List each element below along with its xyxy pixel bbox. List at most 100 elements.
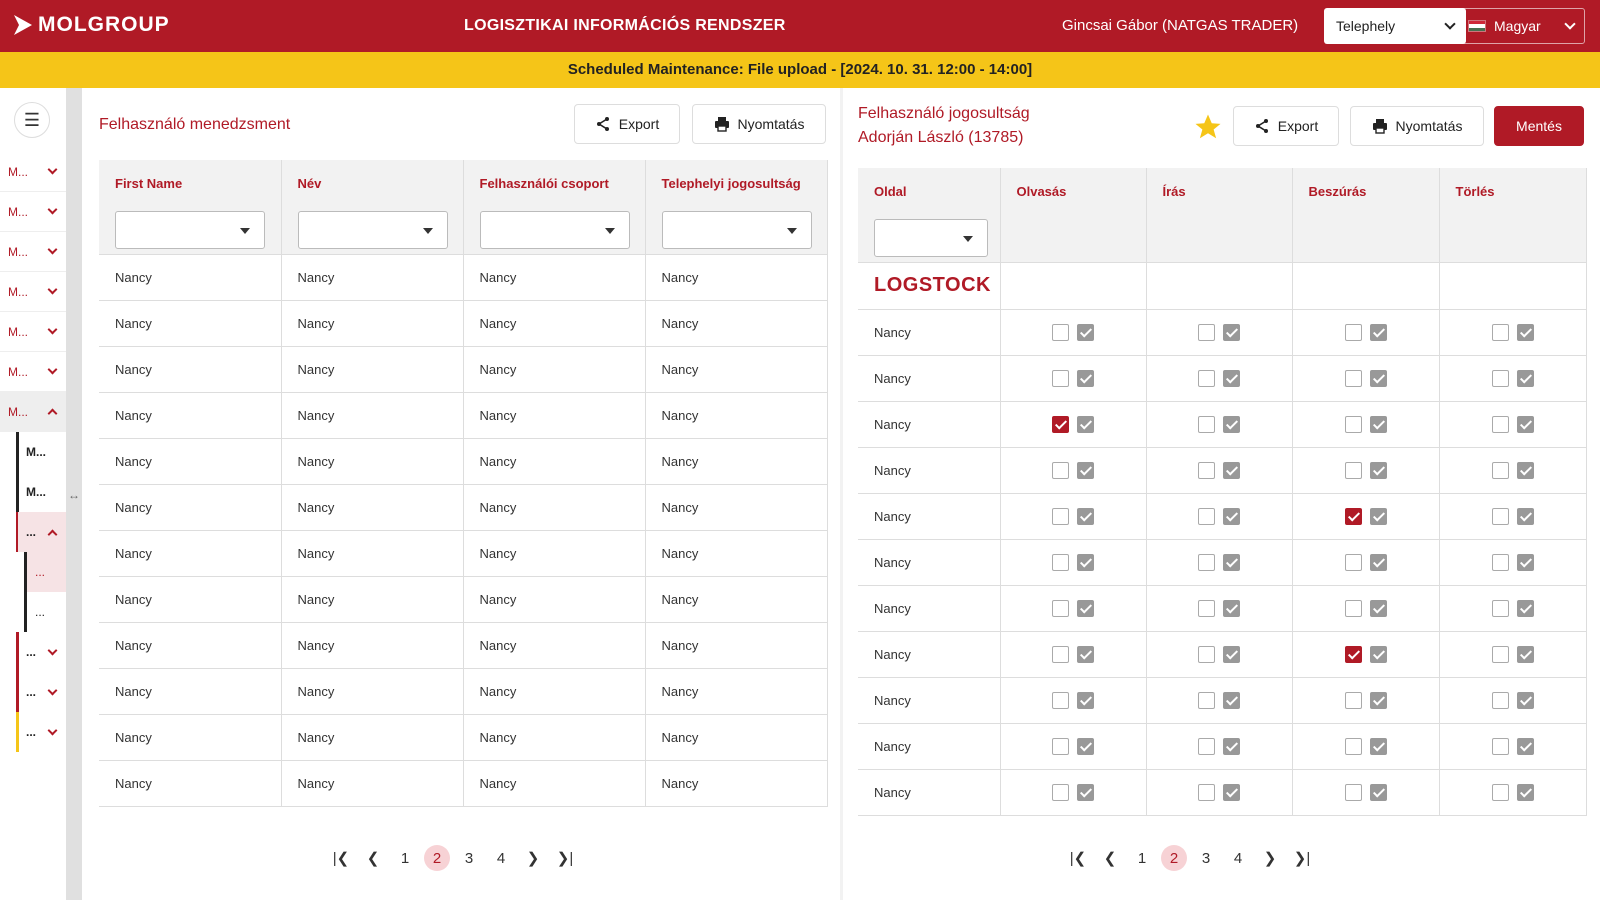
permission-checkbox[interactable]	[1052, 599, 1069, 617]
permission-checkbox[interactable]	[1491, 461, 1509, 479]
last-page-icon[interactable]: ❯|	[1286, 842, 1318, 874]
permission-checkbox[interactable]	[1491, 553, 1509, 571]
table-row[interactable]: Nancy Nancy Nancy Nancy	[99, 438, 828, 485]
permission-checkbox[interactable]	[1344, 783, 1362, 801]
permission-checkbox[interactable]	[1344, 737, 1362, 755]
page-number[interactable]: 1	[1126, 842, 1158, 874]
export-button[interactable]: Export	[1233, 106, 1339, 146]
permission-checkbox[interactable]	[1491, 415, 1509, 433]
star-icon[interactable]	[1193, 112, 1223, 142]
permission-checkbox-checked[interactable]	[1052, 415, 1069, 433]
last-page-icon[interactable]: ❯|	[549, 842, 581, 874]
sidebar-subitem[interactable]: ...	[18, 512, 66, 552]
column-header[interactable]: Oldal	[858, 168, 1001, 215]
column-header[interactable]: Írás	[1146, 168, 1293, 215]
permission-checkbox[interactable]	[1344, 691, 1362, 709]
column-header[interactable]: Törlés	[1439, 168, 1587, 215]
permission-checkbox[interactable]	[1344, 369, 1362, 387]
save-button[interactable]: Mentés	[1494, 106, 1584, 146]
page-number[interactable]: 3	[453, 842, 485, 874]
permission-checkbox[interactable]	[1491, 737, 1509, 755]
sidebar-item[interactable]: M...	[0, 272, 66, 312]
permission-checkbox[interactable]	[1052, 783, 1069, 801]
prev-page-icon[interactable]: ❮	[1094, 842, 1126, 874]
permission-checkbox[interactable]	[1052, 645, 1069, 663]
print-button[interactable]: Nyomtatás	[1350, 106, 1484, 146]
permission-checkbox[interactable]	[1198, 737, 1215, 755]
sidebar-subitem-active[interactable]: ...	[27, 552, 66, 592]
site-select[interactable]: Telephely	[1324, 8, 1466, 44]
column-header[interactable]: Felhasználói csoport	[463, 160, 646, 207]
table-row[interactable]: Nancy Nancy Nancy Nancy	[99, 254, 828, 301]
permission-checkbox[interactable]	[1052, 369, 1069, 387]
print-button[interactable]: Nyomtatás	[692, 104, 826, 144]
sidebar-subitem[interactable]: ...	[18, 712, 66, 752]
page-number[interactable]: 1	[389, 842, 421, 874]
table-row[interactable]: Nancy Nancy Nancy Nancy	[99, 530, 828, 577]
permission-checkbox[interactable]	[1198, 645, 1215, 663]
page-number[interactable]: 3	[1190, 842, 1222, 874]
permission-checkbox-checked[interactable]	[1344, 507, 1362, 525]
sidebar-item[interactable]: M...	[0, 192, 66, 232]
permission-checkbox[interactable]	[1052, 323, 1069, 341]
sidebar-subitem[interactable]: ...	[27, 592, 66, 632]
table-row[interactable]: Nancy Nancy Nancy Nancy	[99, 714, 828, 761]
column-header[interactable]: Telephelyi jogosultság	[645, 160, 828, 207]
sidebar-item-open[interactable]: M...	[0, 392, 66, 432]
sidebar-subitem[interactable]: ...	[18, 632, 66, 672]
permission-checkbox[interactable]	[1344, 599, 1362, 617]
permission-checkbox[interactable]	[1344, 553, 1362, 571]
permission-checkbox[interactable]	[1491, 323, 1509, 341]
page-number[interactable]: 4	[1222, 842, 1254, 874]
sidebar-item[interactable]: M...	[0, 232, 66, 272]
column-header[interactable]: Olvasás	[1000, 168, 1147, 215]
language-select[interactable]: Magyar	[1457, 8, 1585, 44]
permission-checkbox[interactable]	[1344, 323, 1362, 341]
table-row[interactable]: Nancy Nancy Nancy Nancy	[99, 346, 828, 393]
permission-checkbox[interactable]	[1052, 507, 1069, 525]
permission-checkbox[interactable]	[1491, 599, 1509, 617]
first-page-icon[interactable]: |❮	[325, 842, 357, 874]
sidebar-item[interactable]: M...	[0, 312, 66, 352]
brand-logo[interactable]: MOLGROUP	[14, 13, 170, 37]
permission-checkbox[interactable]	[1198, 369, 1215, 387]
sidebar-subitem[interactable]: ...	[18, 672, 66, 712]
permission-checkbox[interactable]	[1198, 461, 1215, 479]
column-header[interactable]: Beszúrás	[1292, 168, 1440, 215]
permission-checkbox[interactable]	[1052, 691, 1069, 709]
table-row[interactable]: Nancy Nancy Nancy Nancy	[99, 622, 828, 669]
permission-checkbox[interactable]	[1491, 645, 1509, 663]
permission-checkbox[interactable]	[1198, 507, 1215, 525]
permission-checkbox[interactable]	[1198, 599, 1215, 617]
permission-checkbox[interactable]	[1198, 415, 1215, 433]
permission-checkbox[interactable]	[1052, 461, 1069, 479]
prev-page-icon[interactable]: ❮	[357, 842, 389, 874]
next-page-icon[interactable]: ❯	[1254, 842, 1286, 874]
permission-checkbox[interactable]	[1052, 553, 1069, 571]
table-row[interactable]: Nancy Nancy Nancy Nancy	[99, 300, 828, 347]
user-name[interactable]: Gincsai Gábor (NATGAS TRADER)	[1062, 17, 1298, 34]
table-row[interactable]: Nancy Nancy Nancy Nancy	[99, 484, 828, 531]
first-page-icon[interactable]: |❮	[1062, 842, 1094, 874]
column-filter-dropdown[interactable]	[115, 211, 265, 250]
next-page-icon[interactable]: ❯	[517, 842, 549, 874]
permission-checkbox[interactable]	[1198, 691, 1215, 709]
table-row[interactable]: Nancy Nancy Nancy Nancy	[99, 392, 828, 439]
table-row[interactable]: Nancy Nancy Nancy Nancy	[99, 668, 828, 715]
permission-checkbox[interactable]	[1491, 507, 1509, 525]
permission-checkbox[interactable]	[1491, 783, 1509, 801]
permission-checkbox[interactable]	[1491, 691, 1509, 709]
column-header[interactable]: Név	[281, 160, 464, 207]
sidebar-subitem[interactable]: M...	[18, 432, 66, 472]
column-filter-dropdown[interactable]	[479, 211, 630, 250]
page-number-active[interactable]: 2	[1161, 845, 1187, 871]
permission-checkbox-checked[interactable]	[1344, 645, 1362, 663]
column-filter-dropdown[interactable]	[297, 211, 448, 250]
permission-checkbox[interactable]	[1344, 461, 1362, 479]
permission-checkbox[interactable]	[1344, 415, 1362, 433]
permission-checkbox[interactable]	[1198, 783, 1215, 801]
permission-checkbox[interactable]	[1198, 553, 1215, 571]
permission-checkbox[interactable]	[1052, 737, 1069, 755]
table-row[interactable]: Nancy Nancy Nancy Nancy	[99, 760, 828, 807]
page-number-active[interactable]: 2	[424, 845, 450, 871]
